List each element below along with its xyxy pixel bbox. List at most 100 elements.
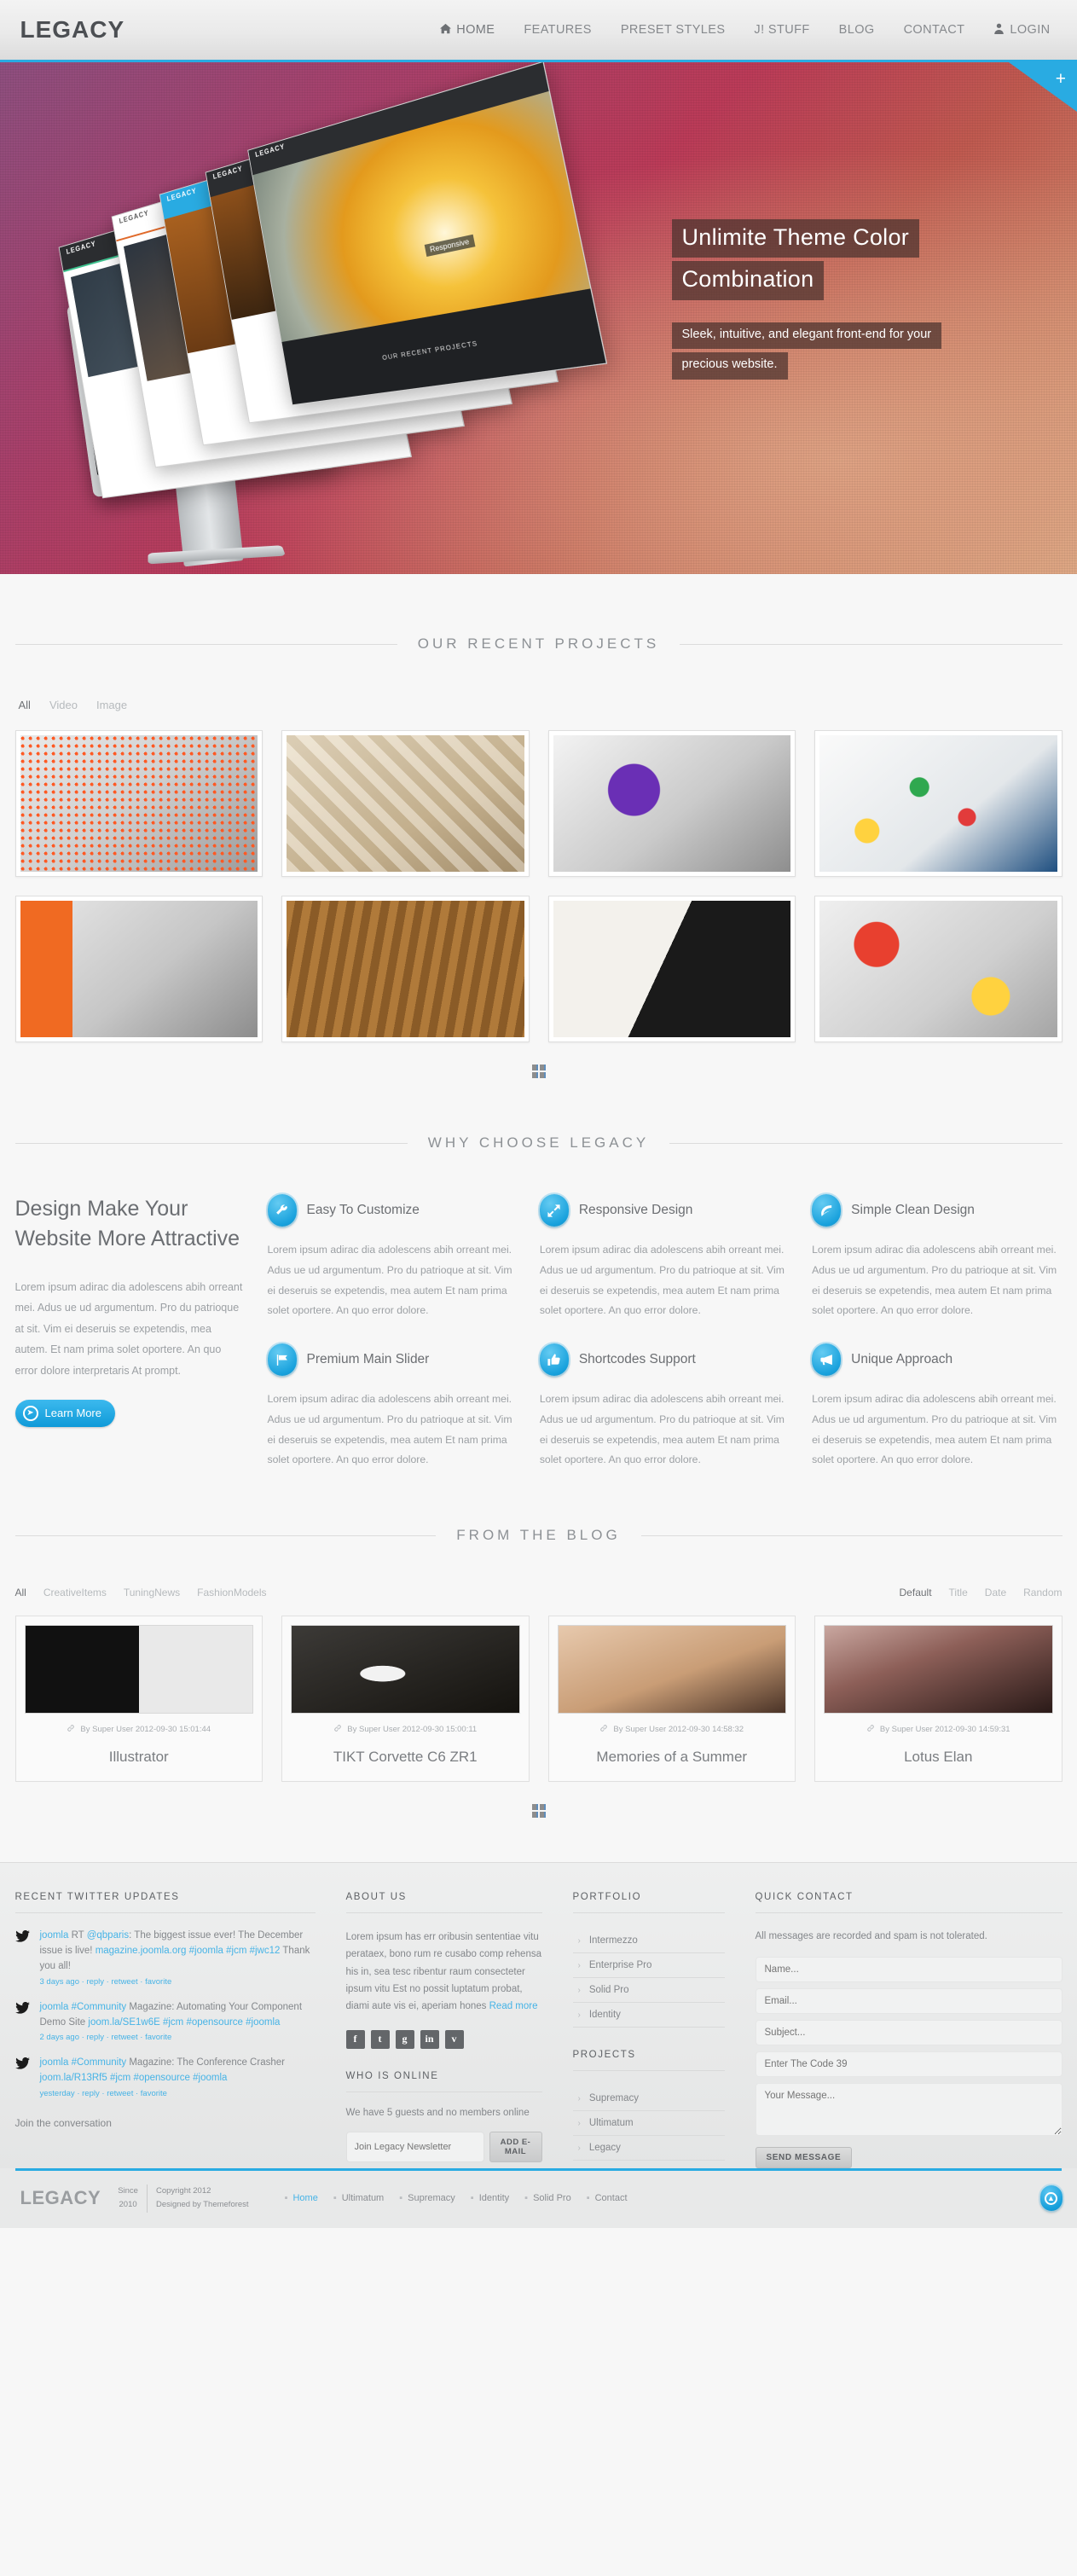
nav-item-preset-styles[interactable]: PRESET STYLES [621, 23, 726, 37]
join-conversation-link[interactable]: Join the conversation [15, 2117, 316, 2129]
filter-video[interactable]: Video [49, 699, 78, 711]
footer-column-twitter: RECENT TWITTER UPDATES joomla RT @qbpari… [14, 1892, 316, 2168]
portfolio-link-enterprise-pro[interactable]: › Enterprise Pro [573, 1953, 725, 1977]
tweet-mention[interactable]: @qbparis [87, 1930, 129, 1941]
blog-card[interactable]: By Super User 2012-09-30 14:58:32 Memori… [547, 1616, 796, 1783]
portfolio-link-identity[interactable]: › Identity [573, 2003, 725, 2027]
send-message-button[interactable]: SEND MESSAGE [755, 2147, 853, 2169]
project-card[interactable] [14, 896, 263, 1042]
main-navigation: HOME FEATURES PRESET STYLES J! STUFF BLO… [440, 23, 1062, 38]
tweet-hashtag[interactable]: #Community [72, 2057, 127, 2068]
tweet-hashtags[interactable]: #joomla #jcm #jwc12 [189, 1946, 281, 1956]
blog-card[interactable]: By Super User 2012-09-30 14:59:31 Lotus … [814, 1616, 1063, 1783]
twitter-icon[interactable]: t [370, 2029, 390, 2049]
blog-title[interactable]: Memories of a Summer [558, 1749, 787, 1766]
blog-sort-title[interactable]: Title [949, 1587, 968, 1598]
project-card[interactable] [547, 730, 796, 877]
filter-image[interactable]: Image [96, 699, 127, 711]
tweet-link[interactable]: joom.la/R13Rf5 [40, 2073, 107, 2083]
nav-item-features[interactable]: FEATURES [524, 23, 591, 37]
footer-nav-supremacy[interactable]: ▪ Supremacy [399, 2193, 455, 2203]
contact-message-field[interactable] [755, 2083, 1063, 2137]
footer-nav-ultimatum[interactable]: ▪ Ultimatum [333, 2193, 384, 2203]
footer-nav-identity[interactable]: ▪ Identity [471, 2193, 509, 2203]
newsletter-submit-button[interactable]: ADD E-MAIL [489, 2131, 542, 2162]
footer-column-about: ABOUT US Lorem ipsum has err oribusin se… [345, 1892, 542, 2168]
project-card[interactable] [281, 896, 530, 1042]
bullet-icon: ▪ [586, 2193, 590, 2204]
project-card[interactable] [814, 896, 1063, 1042]
tweet-favorite[interactable]: favorite [141, 2089, 167, 2098]
blog-sort-random[interactable]: Random [1023, 1587, 1062, 1598]
tweet-retweet[interactable]: retweet [111, 2033, 137, 2042]
tweet-favorite[interactable]: favorite [145, 2033, 171, 2042]
linkedin-icon[interactable]: in [420, 2029, 439, 2049]
hero-corner-badge[interactable]: + [1009, 62, 1077, 112]
contact-email-field[interactable] [755, 1988, 1063, 2015]
blog-sort-default[interactable]: Default [900, 1587, 932, 1598]
footer-nav-home[interactable]: ▪ Home [285, 2193, 318, 2203]
footer-navigation: ▪ Home ▪ Ultimatum ▪ Supremacy ▪ Identity ▪ S… [285, 2193, 628, 2203]
footer-logo[interactable]: LEGACY [15, 2187, 101, 2209]
scroll-to-top-button[interactable]: ▲ [1039, 2185, 1063, 2212]
blog-filter-creativeitems[interactable]: CreativeItems [43, 1587, 107, 1598]
tweet-reply[interactable]: reply [82, 2089, 100, 2098]
learn-more-button[interactable]: ➤ Learn More [14, 1399, 115, 1427]
projects-pager[interactable] [15, 1065, 1063, 1078]
tweet-user[interactable]: joomla [40, 2057, 69, 2068]
grid-icon[interactable] [531, 1065, 546, 1078]
project-card[interactable] [281, 730, 530, 877]
contact-subject-field[interactable] [755, 2020, 1063, 2046]
blog-card[interactable]: By Super User 2012-09-30 15:00:11 TIKT C… [281, 1616, 530, 1783]
tweet-reply[interactable]: reply [86, 1977, 104, 1987]
tweet-link[interactable]: joom.la/SE1w6E [88, 2017, 159, 2028]
blog-filter-tuningnews[interactable]: TuningNews [124, 1587, 180, 1598]
read-more-link[interactable]: Read more [489, 2001, 538, 2011]
hero-title-line2: Combination [671, 261, 825, 300]
tweet-user[interactable]: joomla [40, 2002, 69, 2012]
project-card[interactable] [14, 730, 263, 877]
blog-filter-all[interactable]: All [15, 1587, 26, 1598]
contact-captcha-field[interactable] [755, 2051, 1063, 2078]
projects-link-supremacy[interactable]: › Supremacy [573, 2086, 725, 2110]
tweet-retweet[interactable]: retweet [111, 1977, 137, 1987]
tweet-hashtags[interactable]: #jcm #opensource #joomla [110, 2073, 227, 2083]
portfolio-link-intermezzo[interactable]: › Intermezzo [573, 1929, 725, 1952]
nav-item-home[interactable]: HOME [440, 23, 495, 38]
tweet-hashtags[interactable]: #jcm #opensource #joomla [163, 2017, 280, 2028]
google-plus-icon[interactable]: g [395, 2029, 414, 2049]
nav-item-blog[interactable]: BLOG [839, 23, 875, 37]
newsletter-input[interactable] [345, 2131, 484, 2162]
tweet-favorite[interactable]: favorite [145, 1977, 171, 1987]
filter-all[interactable]: All [19, 699, 31, 711]
facebook-icon[interactable]: f [345, 2029, 365, 2049]
tweet-retweet[interactable]: retweet [107, 2089, 133, 2098]
blog-filter-fashionmodels[interactable]: FashionModels [197, 1587, 266, 1598]
site-logo[interactable]: LEGACY [15, 16, 125, 44]
project-card[interactable] [814, 730, 1063, 877]
footer-nav-contact[interactable]: ▪ Contact [587, 2193, 628, 2203]
blog-title[interactable]: Illustrator [25, 1749, 254, 1766]
projects-link-legacy[interactable]: › Legacy [573, 2136, 725, 2160]
projects-link-ultimatum[interactable]: › Ultimatum [573, 2111, 725, 2135]
blog-title[interactable]: Lotus Elan [824, 1749, 1053, 1766]
project-grid-row-2 [14, 896, 1063, 1042]
tweet-user[interactable]: joomla [40, 1930, 69, 1941]
footer-nav-solid-pro[interactable]: ▪ Solid Pro [524, 2193, 571, 2203]
grid-icon[interactable] [531, 1804, 546, 1819]
tweet-hashtag[interactable]: #Community [72, 2002, 127, 2012]
project-card[interactable] [547, 896, 796, 1042]
blog-pager[interactable] [15, 1804, 1063, 1819]
nav-item-j-stuff[interactable]: J! STUFF [754, 23, 809, 37]
portfolio-link-solid-pro[interactable]: › Solid Pro [573, 1978, 725, 2002]
vimeo-icon[interactable]: v [444, 2029, 464, 2049]
tweet-link[interactable]: magazine.joomla.org [96, 1946, 187, 1956]
contact-name-field[interactable] [755, 1957, 1063, 1983]
nav-item-login[interactable]: LOGIN [993, 23, 1050, 38]
blog-sort-date[interactable]: Date [985, 1587, 1006, 1598]
tweet-reply[interactable]: reply [86, 2033, 104, 2042]
tweet-actions: 3 days ago · reply · retweet · favorite [39, 1976, 172, 1987]
blog-title[interactable]: TIKT Corvette C6 ZR1 [291, 1749, 520, 1766]
nav-item-contact[interactable]: CONTACT [904, 23, 965, 37]
blog-card[interactable]: By Super User 2012-09-30 15:01:44 Illust… [14, 1616, 263, 1783]
